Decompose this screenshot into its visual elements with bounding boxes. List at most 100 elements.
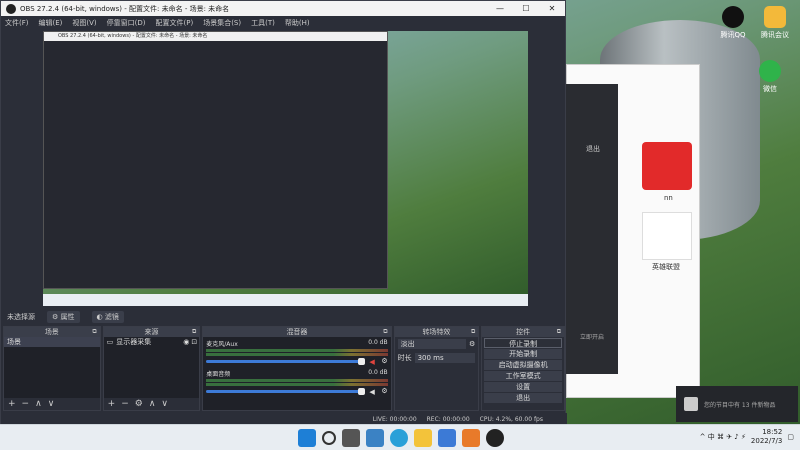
desktop-icon-wechat[interactable]: 微信 [745, 60, 795, 94]
start-recording-button[interactable]: 开始录制 [484, 349, 562, 359]
popout-icon[interactable]: ⧉ [192, 327, 196, 337]
menu-edit[interactable]: 编辑(E) [39, 18, 63, 28]
gear-icon[interactable]: ⚙ [135, 399, 143, 409]
minimize-button[interactable]: — [487, 4, 513, 13]
menu-view[interactable]: 视图(V) [72, 18, 96, 28]
search-icon[interactable] [322, 431, 336, 445]
explorer-icon[interactable] [414, 429, 432, 447]
track-name: 桌面音频 [206, 371, 231, 378]
slider-knob[interactable] [358, 387, 366, 395]
volume-slider[interactable] [206, 357, 366, 365]
up-icon[interactable]: ∧ [35, 399, 42, 409]
taskbar: ^ 中 ⌘ ✈ ♪ ⚡ 18:52 2022/7/3 ▢ [0, 424, 800, 450]
notification-toast[interactable]: 您的节目中有 13 件新物品 [676, 386, 798, 422]
scene-item[interactable]: 场景 [4, 337, 100, 347]
preview-canvas[interactable]: OBS 27.2.4 (64-bit, windows) - 配置文件: 未命名… [43, 31, 528, 306]
wechat-icon [759, 60, 781, 82]
remove-icon[interactable]: − [121, 399, 129, 409]
popout-icon[interactable]: ⧉ [557, 327, 561, 337]
mixer-dock-header: 混音器 ⧉ [203, 327, 391, 337]
dock-area: 场景 ⧉ 场景 + − ∧ ∨ 来源 ⧉ ▭ 显示器采集 ◉ ⊡ + − ⚙ ∧… [3, 326, 565, 411]
menu-tools[interactable]: 工具(T) [251, 18, 275, 28]
duration-input[interactable]: 300 ms [414, 353, 476, 363]
scenes-dock: 场景 ⧉ 场景 + − ∧ ∨ [3, 326, 101, 411]
tray-icons[interactable]: ^ 中 ⌘ ✈ ♪ ⚡ [700, 432, 746, 442]
store-icon[interactable] [438, 429, 456, 447]
add-icon[interactable]: + [108, 399, 116, 409]
speaker-icon[interactable]: ◀ [369, 388, 377, 396]
menu-bar: 文件(F) 编辑(E) 视图(V) 停靠窗口(D) 配置文件(P) 场景集合(S… [1, 16, 565, 29]
menu-help[interactable]: 帮助(H) [285, 18, 310, 28]
controls-body: 停止录制 开始录制 启动虚拟摄像机 工作室模式 设置 退出 [482, 337, 564, 410]
down-icon[interactable]: ∨ [48, 399, 55, 409]
scenes-dock-title: 场景 [44, 328, 59, 336]
exit-button-bg[interactable]: 退出 [586, 144, 600, 154]
popout-icon[interactable]: ⧉ [383, 327, 387, 337]
gear-icon[interactable]: ⚙ [469, 340, 475, 348]
track-name: 麦克风/Aux [206, 341, 238, 348]
remove-icon[interactable]: − [22, 399, 30, 409]
system-tray: ^ 中 ⌘ ✈ ♪ ⚡ 18:52 2022/7/3 ▢ [700, 428, 794, 446]
task-view-icon[interactable] [342, 429, 360, 447]
edge-icon[interactable] [390, 429, 408, 447]
stop-recording-button[interactable]: 停止录制 [484, 338, 562, 348]
slider-knob[interactable] [358, 357, 366, 365]
gear-icon[interactable]: ⚙ [381, 357, 387, 365]
controls-dock: 控件 ⧉ 停止录制 开始录制 启动虚拟摄像机 工作室模式 设置 退出 [481, 326, 565, 411]
menu-docks[interactable]: 停靠窗口(D) [107, 18, 146, 28]
clock-time: 18:52 [762, 428, 783, 436]
menu-file[interactable]: 文件(F) [5, 18, 29, 28]
desktop-icon-label: 微信 [763, 85, 777, 93]
gear-icon[interactable]: ⚙ [381, 387, 387, 395]
obs-taskbar-icon[interactable] [486, 429, 504, 447]
down-icon[interactable]: ∨ [161, 399, 168, 409]
studio-mode-button[interactable]: 工作室模式 [484, 371, 562, 381]
game-label-nn: nn [664, 194, 673, 202]
start-icon[interactable] [298, 429, 316, 447]
scenes-dock-header: 场景 ⧉ [4, 327, 100, 337]
mixer-body: 麦克风/Aux 0.0 dB ◀ ⚙ 桌面音频 0.0 dB ◀ ⚙ [203, 337, 391, 410]
notifications-icon[interactable]: ▢ [787, 433, 794, 441]
menu-scene-collection[interactable]: 场景集合(S) [203, 18, 241, 28]
bg-window-dark: 退出 立即开启 [566, 84, 618, 374]
monitor-icon: ▭ [106, 338, 114, 346]
menu-profile[interactable]: 配置文件(P) [156, 18, 194, 28]
desktop-icon-meeting[interactable]: 腾讯会议 [750, 6, 800, 40]
taskbar-apps [298, 429, 504, 447]
game-tile-lol[interactable] [642, 212, 692, 260]
virtual-camera-button[interactable]: 启动虚拟摄像机 [484, 360, 562, 370]
close-button[interactable]: ✕ [539, 4, 565, 13]
exit-button[interactable]: 退出 [484, 393, 562, 403]
clock[interactable]: 18:52 2022/7/3 [751, 428, 782, 446]
volume-meter [206, 383, 388, 386]
popout-icon[interactable]: ⧉ [92, 327, 96, 337]
scenes-footer: + − ∧ ∨ [4, 398, 100, 410]
add-icon[interactable]: + [8, 399, 16, 409]
game-tile-nn[interactable] [642, 142, 692, 190]
app-icon[interactable] [462, 429, 480, 447]
track-db: 0.0 dB [368, 339, 388, 346]
maximize-button[interactable]: ☐ [513, 4, 539, 13]
lock-icon[interactable]: ⊡ [189, 337, 199, 347]
folder-icon [764, 6, 786, 28]
volume-meter [206, 353, 388, 356]
obs-logo-icon [6, 3, 16, 14]
open-button-bg[interactable]: 立即开启 [580, 332, 604, 341]
transition-select[interactable]: 淡出 [397, 339, 466, 349]
source-item[interactable]: ▭ 显示器采集 ◉ ⊡ [104, 337, 200, 347]
volume-slider[interactable] [206, 387, 366, 395]
title-bar: OBS 27.2.4 (64-bit, windows) - 配置文件: 未命名… [1, 1, 565, 16]
transitions-dock-title: 转场特效 [422, 328, 451, 336]
game-label-lol: 英雄联盟 [652, 263, 680, 271]
widgets-icon[interactable] [366, 429, 384, 447]
up-icon[interactable]: ∧ [149, 399, 156, 409]
filters-button[interactable]: ◐ 滤镜 [91, 311, 124, 323]
properties-button[interactable]: ⚙ 属性 [47, 311, 80, 323]
source-label: 显示器采集 [116, 338, 152, 346]
muted-speaker-icon[interactable]: ◀ [369, 358, 377, 366]
no-source-label: 未选择源 [7, 313, 35, 321]
popout-icon[interactable]: ⧉ [471, 327, 475, 337]
qq-icon [722, 6, 744, 28]
filters-label: 滤镜 [104, 313, 119, 321]
settings-button[interactable]: 设置 [484, 382, 562, 392]
